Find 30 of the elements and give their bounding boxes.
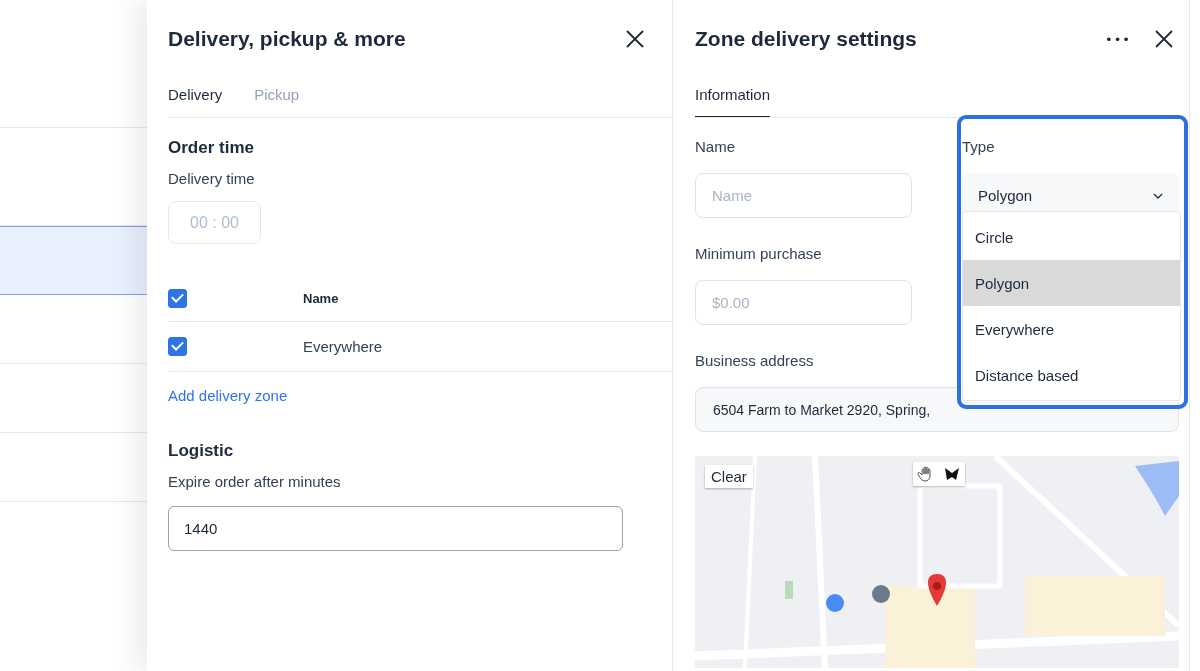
field-label: Name xyxy=(695,138,735,157)
checkbox[interactable] xyxy=(168,337,187,356)
time-field[interactable]: 00 : 00 xyxy=(168,201,261,244)
polygon-icon[interactable] xyxy=(939,462,965,486)
clear-button[interactable]: Clear xyxy=(705,465,753,488)
column-header: Name xyxy=(303,291,339,306)
table-cell: Everywhere xyxy=(303,338,383,355)
field-label: Minimum purchase xyxy=(695,245,822,264)
field-label: Delivery time xyxy=(168,170,255,187)
field-label: Expire order after minutes xyxy=(168,473,341,490)
more-button[interactable]: ••• xyxy=(1105,31,1131,47)
dropdown-option[interactable]: Polygon xyxy=(963,260,1180,306)
hand-icon[interactable] xyxy=(913,462,939,486)
panel-title: Zone delivery settings xyxy=(695,27,918,51)
list-row[interactable] xyxy=(0,226,147,295)
section-heading: Logistic xyxy=(168,441,235,461)
tab[interactable]: Information xyxy=(695,82,771,117)
section-heading: Order time xyxy=(168,138,255,158)
field-label: Business address xyxy=(695,352,814,371)
add-zone-link[interactable]: Add delivery zone xyxy=(168,387,288,404)
chevron-icon xyxy=(1153,192,1163,199)
close-icon[interactable] xyxy=(1155,30,1173,48)
tab[interactable]: Delivery xyxy=(168,82,223,106)
price-field[interactable]: $0.00 xyxy=(695,280,912,325)
close-icon[interactable] xyxy=(626,30,644,48)
input-field[interactable]: 1440 xyxy=(168,506,623,551)
field-label: Type xyxy=(962,138,995,157)
checkbox[interactable] xyxy=(168,289,187,308)
panel-title: Delivery, pickup & more xyxy=(168,27,406,51)
name-field[interactable]: Name xyxy=(695,173,912,218)
